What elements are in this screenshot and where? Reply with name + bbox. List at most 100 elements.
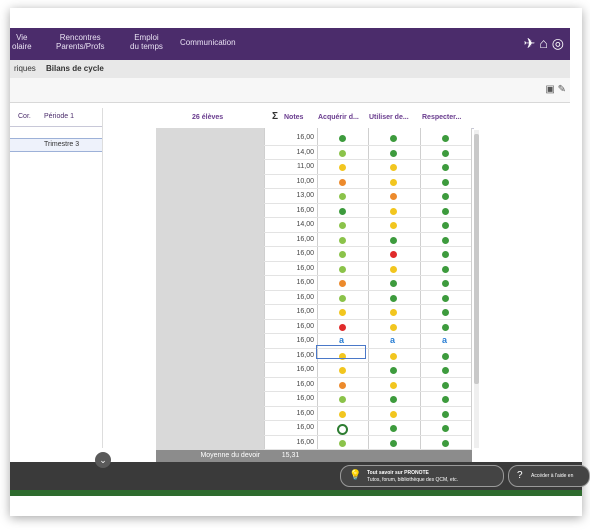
competence-dot[interactable] — [389, 294, 397, 302]
competence-dot[interactable] — [389, 367, 397, 374]
send-icon[interactable]: ✈ — [524, 35, 536, 51]
competence-dot[interactable] — [389, 381, 397, 389]
competence-dot[interactable] — [441, 396, 449, 403]
note-cell[interactable]: 16,00 — [264, 337, 314, 344]
competence-dot[interactable] — [389, 265, 397, 273]
competence-dot[interactable] — [338, 396, 346, 403]
competence-dot[interactable] — [441, 352, 449, 360]
competence-dot[interactable] — [441, 193, 449, 200]
competence-dot[interactable] — [389, 149, 397, 157]
competence-dot[interactable] — [338, 164, 346, 171]
note-cell[interactable]: 16,00 — [264, 366, 314, 373]
note-cell[interactable]: 16,00 — [264, 207, 314, 214]
competence-dot[interactable] — [338, 207, 346, 215]
note-cell[interactable]: 16,00 — [264, 250, 314, 257]
competence-dot[interactable] — [441, 207, 449, 215]
note-cell[interactable]: 11,00 — [264, 163, 314, 170]
competence-dot[interactable] — [338, 236, 346, 244]
competence-dot[interactable] — [338, 323, 346, 331]
competence-dot[interactable] — [441, 236, 449, 244]
competence-dot[interactable] — [389, 207, 397, 215]
competence-dot[interactable] — [338, 280, 346, 287]
competence-dot[interactable] — [338, 439, 346, 447]
note-cell[interactable]: 16,00 — [264, 279, 314, 286]
col-header-acquerir[interactable]: Acquérir d... — [318, 114, 359, 121]
absent-mark[interactable]: a — [442, 335, 447, 345]
note-cell[interactable]: 13,00 — [264, 192, 314, 199]
competence-dot[interactable] — [338, 178, 346, 186]
note-cell[interactable]: 16,00 — [264, 424, 314, 431]
note-cell[interactable]: 14,00 — [264, 149, 314, 156]
competence-dot[interactable] — [338, 193, 346, 200]
competence-dot[interactable] — [338, 251, 346, 258]
competence-dot[interactable] — [441, 178, 449, 186]
competence-dot[interactable] — [441, 149, 449, 157]
absent-mark[interactable]: a — [339, 335, 344, 345]
help-access-button[interactable]: ? Accéder à l'aide en — [508, 465, 590, 487]
competence-dot[interactable] — [338, 294, 346, 302]
competence-dot[interactable] — [441, 323, 449, 331]
competence-dot[interactable] — [338, 381, 346, 389]
competence-dot[interactable] — [338, 367, 346, 374]
headset-icon[interactable]: ◎ — [552, 35, 564, 51]
competence-dot[interactable] — [389, 280, 397, 287]
competence-dot[interactable] — [389, 410, 397, 418]
note-cell[interactable]: 16,00 — [264, 294, 314, 301]
print-icon[interactable]: ▣ — [545, 84, 554, 95]
absent-mark[interactable]: a — [390, 335, 395, 345]
note-cell[interactable]: 16,00 — [264, 352, 314, 359]
competence-dot[interactable] — [338, 410, 346, 418]
subnav-item-bilans-de-cycle[interactable]: Bilans de cycle — [46, 64, 104, 73]
notes-header[interactable]: Notes — [284, 114, 303, 121]
competence-dot[interactable] — [441, 367, 449, 374]
competence-dot[interactable] — [389, 323, 397, 331]
nav-vie-scolaire[interactable]: Vie olaire — [12, 33, 32, 51]
competence-dot[interactable] — [441, 439, 449, 447]
note-cell[interactable]: 16,00 — [264, 308, 314, 315]
competence-dot[interactable] — [338, 149, 346, 157]
note-cell[interactable]: 16,00 — [264, 395, 314, 402]
nav-communication[interactable]: Communication — [180, 38, 236, 47]
competence-dot[interactable] — [389, 251, 397, 258]
note-cell[interactable]: 16,00 — [264, 265, 314, 272]
competence-dot[interactable] — [389, 193, 397, 200]
selected-cell[interactable] — [316, 345, 366, 359]
competence-dot[interactable] — [338, 265, 346, 273]
help-pronote-button[interactable]: 💡 Tout savoir sur PRONOTE Tutos, forum, … — [340, 465, 504, 487]
competence-dot[interactable] — [441, 425, 449, 432]
period-row[interactable]: Trimestre 3 — [10, 138, 102, 152]
note-cell[interactable]: 16,00 — [264, 381, 314, 388]
chevron-down-icon[interactable]: ⌄ — [95, 452, 111, 468]
competence-dot[interactable] — [441, 280, 449, 287]
note-cell[interactable]: 14,00 — [264, 221, 314, 228]
competence-dot[interactable] — [389, 309, 397, 316]
competence-dot[interactable] — [389, 236, 397, 244]
vertical-scrollbar[interactable] — [474, 130, 479, 448]
competence-dot[interactable] — [441, 135, 449, 142]
note-cell[interactable]: 16,00 — [264, 134, 314, 141]
sigma-icon[interactable]: Σ — [272, 111, 278, 122]
competence-dot[interactable] — [338, 222, 346, 229]
competence-dot[interactable] — [389, 352, 397, 360]
competence-dot[interactable] — [441, 164, 449, 171]
competence-dot[interactable] — [389, 439, 397, 447]
competence-dot[interactable] — [338, 135, 346, 142]
competence-dot[interactable] — [389, 396, 397, 403]
competence-dot[interactable] — [389, 135, 397, 142]
competence-dot[interactable] — [441, 309, 449, 316]
note-cell[interactable]: 16,00 — [264, 410, 314, 417]
note-cell[interactable]: 16,00 — [264, 439, 314, 446]
student-count-header[interactable]: 26 élèves — [192, 114, 223, 121]
competence-dot[interactable] — [441, 222, 449, 229]
competence-dot[interactable] — [441, 381, 449, 389]
note-cell[interactable]: 16,00 — [264, 236, 314, 243]
competence-dot[interactable] — [389, 164, 397, 171]
note-cell[interactable]: 10,00 — [264, 178, 314, 185]
competence-dot[interactable] — [441, 294, 449, 302]
ring-mark[interactable] — [337, 424, 348, 435]
edit-icon[interactable]: ✎ — [558, 84, 566, 95]
competence-dot[interactable] — [389, 222, 397, 229]
competence-dot[interactable] — [338, 309, 346, 316]
subnav-item[interactable]: riques — [14, 64, 36, 73]
scrollbar-thumb[interactable] — [474, 134, 479, 384]
